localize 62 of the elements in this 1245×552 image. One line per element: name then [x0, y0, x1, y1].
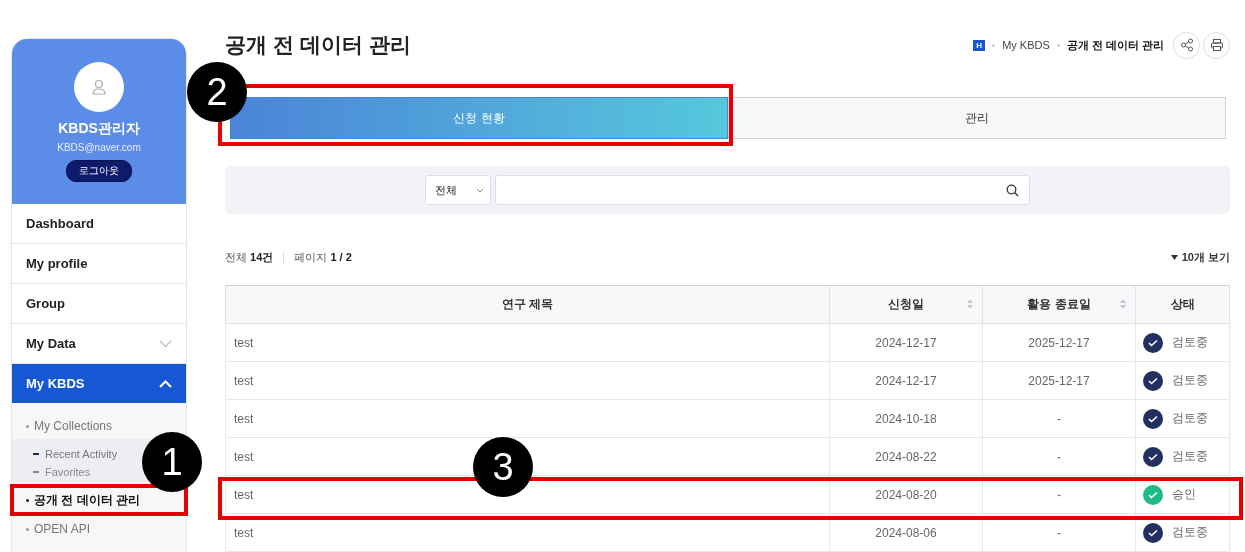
page-count: 페이지 1 / 2 [294, 250, 352, 265]
filter-dropdown[interactable]: 전체 [425, 175, 491, 205]
print-icon[interactable] [1203, 31, 1230, 59]
table-cell: 2024-08-20 [829, 475, 983, 514]
table-cell: 2024-10-18 [829, 399, 983, 438]
column-header: 상태 [1135, 285, 1230, 324]
dash-icon [33, 453, 39, 455]
user-email: KBDS@naver.com [57, 142, 141, 153]
dash-icon [33, 471, 39, 473]
table-cell: 2024-12-17 [829, 361, 983, 400]
submenu-item[interactable]: OPEN API [34, 522, 91, 536]
table-cell: - [982, 399, 1136, 438]
column-header[interactable]: 신청일 [829, 285, 983, 324]
share-icon[interactable] [1173, 31, 1200, 59]
table-cell: 2024-08-22 [829, 437, 983, 476]
table-cell: test [225, 361, 830, 400]
status-label: 검토중 [1172, 448, 1208, 465]
submenu-item[interactable]: Recent Activity [45, 448, 118, 460]
page-title: 공개 전 데이터 관리 [225, 32, 411, 58]
sidebar-item[interactable]: My KBDS [12, 364, 186, 403]
table-cell: test [225, 323, 830, 362]
table-cell: - [982, 475, 1136, 514]
table-cell: test [225, 399, 830, 438]
search-icon [1006, 183, 1019, 197]
bullet-icon [26, 498, 29, 502]
sidebar-item[interactable]: My profile [12, 244, 186, 284]
sort-icon [966, 298, 974, 310]
table-cell: test [225, 513, 830, 552]
avatar-icon [74, 62, 124, 112]
caret-down-icon [1170, 255, 1178, 260]
page-size-dropdown[interactable]: 10개 보기 [1170, 250, 1230, 265]
bullet-icon [26, 527, 29, 531]
breadcrumb-item[interactable]: My KBDS [1002, 39, 1050, 51]
breadcrumb-item[interactable]: 공개 전 데이터 관리 [1066, 37, 1164, 53]
status-label: 검토중 [1172, 410, 1208, 427]
tab[interactable]: 관리 [728, 97, 1226, 139]
sidebar-item[interactable]: Dashboard [12, 204, 186, 244]
user-name: KBDS관리자 [58, 120, 140, 138]
status-label: 검토중 [1172, 334, 1208, 351]
search-field[interactable] [495, 175, 1030, 205]
table-cell: 2025-12-17 [982, 361, 1136, 400]
status-label: 검토중 [1172, 524, 1208, 541]
column-header: 연구 제목 [225, 285, 830, 324]
home-badge[interactable]: H [973, 39, 986, 51]
status-label: 검토중 [1172, 372, 1208, 389]
total-count: 전체 14건 [225, 250, 274, 265]
submenu-item[interactable]: 공개 전 데이터 관리 [34, 491, 140, 509]
logout-button[interactable]: 로그아웃 [66, 160, 132, 182]
column-header[interactable]: 활용 종료일 [982, 285, 1136, 324]
submenu-item[interactable]: My Collections [34, 419, 113, 433]
sort-icon [1119, 298, 1127, 310]
sidebar-item[interactable]: Group [12, 284, 186, 324]
chevron-down-icon [476, 187, 484, 193]
bullet-icon [26, 424, 29, 428]
table-cell: - [982, 437, 1136, 476]
table-cell: 2024-12-17 [829, 323, 983, 362]
table-cell: 2025-12-17 [982, 323, 1136, 362]
status-label: 승인 [1172, 486, 1196, 503]
table-cell: - [982, 513, 1136, 552]
callout-number: 2 [187, 62, 247, 122]
sidebar-item[interactable]: My Data [12, 324, 186, 364]
table-cell: 2024-08-06 [829, 513, 983, 552]
